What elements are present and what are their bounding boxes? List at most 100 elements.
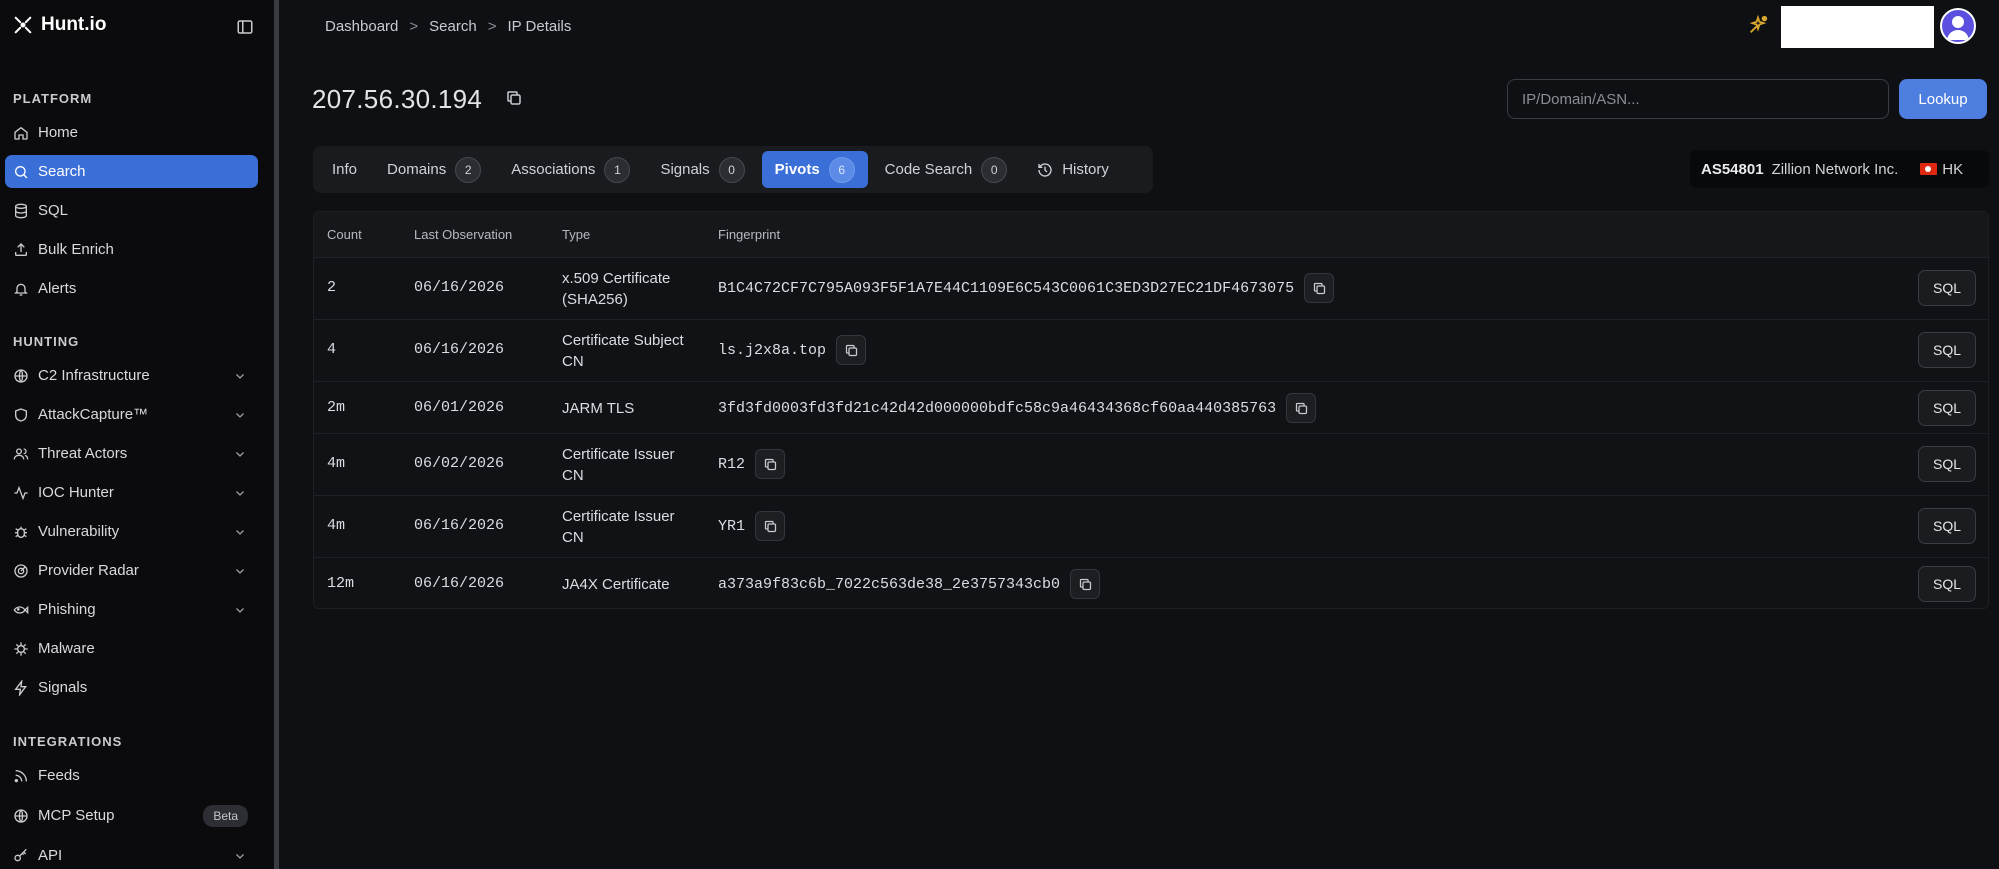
user-name-box[interactable] xyxy=(1781,6,1934,48)
column-header-last-observation: Last Observation xyxy=(414,227,513,242)
cell-last-observation: 06/16/2026 xyxy=(414,279,505,296)
sidebar-item-provider-radar[interactable]: Provider Radar xyxy=(5,554,258,587)
sparkle-icon[interactable] xyxy=(1747,14,1769,36)
search-input[interactable] xyxy=(1507,79,1889,119)
tab-pivots[interactable]: Pivots 6 xyxy=(761,151,868,188)
rss-icon xyxy=(14,769,27,782)
column-header-count: Count xyxy=(327,227,362,242)
home-icon xyxy=(14,126,28,140)
copy-icon[interactable] xyxy=(505,89,523,107)
sql-button[interactable]: SQL xyxy=(1918,270,1976,306)
breadcrumb-search[interactable]: Search xyxy=(429,18,477,35)
sidebar-item-home[interactable]: Home xyxy=(5,116,258,149)
sidebar-item-malware[interactable]: Malware xyxy=(5,632,258,665)
cell-fingerprint: ls.j2x8a.top xyxy=(718,335,867,365)
sidebar-item-vulnerability[interactable]: Vulnerability xyxy=(5,515,258,548)
key-icon xyxy=(14,848,27,861)
asn-name: Zillion Network Inc. xyxy=(1771,160,1899,178)
chevron-down-icon xyxy=(236,452,244,457)
tab-signals[interactable]: Signals 0 xyxy=(647,151,757,188)
sidebar-item-label: Home xyxy=(38,124,79,141)
cell-type: Certificate Issuer CN xyxy=(562,446,675,484)
tab-label: Pivots xyxy=(774,161,820,178)
sql-button[interactable]: SQL xyxy=(1918,446,1976,482)
sidebar-item-sql[interactable]: SQL xyxy=(5,194,258,227)
copy-button[interactable] xyxy=(1286,393,1317,423)
breadcrumb: Dashboard > Search > IP Details xyxy=(325,18,571,35)
tab-count-badge: 2 xyxy=(455,156,482,183)
pivots-table: Count Last Observation Type Fingerprint … xyxy=(313,211,1989,609)
cell-count: 4m xyxy=(327,517,346,534)
sidebar-item-label: Provider Radar xyxy=(38,562,139,579)
sql-button[interactable]: SQL xyxy=(1918,508,1976,544)
cell-fingerprint: R12 xyxy=(718,449,786,479)
lookup-button[interactable]: Lookup xyxy=(1899,79,1987,119)
sql-button[interactable]: SQL xyxy=(1918,566,1976,602)
sidebar-item-c2-infrastructure[interactable]: C2 Infrastructure xyxy=(5,359,258,392)
cell-fingerprint: B1C4C72CF7C795A093F5F1A7E44C1109E6C543C0… xyxy=(718,273,1335,303)
globe-icon xyxy=(14,368,28,383)
sidebar-item-alerts[interactable]: Alerts xyxy=(5,272,258,305)
copy-button[interactable] xyxy=(836,335,867,365)
sidebar-toggle-icon[interactable] xyxy=(236,18,254,36)
tab-label: Code Search xyxy=(884,161,973,178)
sql-button[interactable]: SQL xyxy=(1918,332,1976,368)
copy-icon xyxy=(1313,282,1325,294)
chevron-down-icon xyxy=(236,374,244,379)
copy-button[interactable] xyxy=(755,511,786,541)
sidebar-item-label: Phishing xyxy=(38,601,96,618)
sidebar-item-threat-actors[interactable]: Threat Actors xyxy=(5,437,258,470)
sidebar-item-signals[interactable]: Signals xyxy=(5,671,258,704)
copy-button[interactable] xyxy=(1070,569,1101,599)
upload-icon xyxy=(15,242,27,256)
tab-count-badge: 0 xyxy=(718,156,745,183)
cell-last-observation: 06/01/2026 xyxy=(414,399,505,416)
brand-logo[interactable]: Hunt.io xyxy=(12,14,106,36)
sidebar-item-phishing[interactable]: Phishing xyxy=(5,593,258,626)
copy-button[interactable] xyxy=(755,449,786,479)
chevron-down-icon xyxy=(236,608,244,613)
sidebar-item-label: Feeds xyxy=(38,767,80,784)
sidebar-item-search[interactable]: Search xyxy=(5,155,258,188)
tab-history[interactable]: History xyxy=(1024,151,1122,188)
tab-domains[interactable]: Domains 2 xyxy=(374,151,494,188)
sidebar-item-bulk-enrich[interactable]: Bulk Enrich xyxy=(5,233,258,266)
sidebar-item-label: Vulnerability xyxy=(38,523,120,540)
search-icon xyxy=(15,165,28,178)
copy-button[interactable] xyxy=(1304,273,1335,303)
breadcrumb-dashboard[interactable]: Dashboard xyxy=(325,18,398,35)
sidebar-item-api[interactable]: API xyxy=(5,839,258,869)
tab-count-badge: 0 xyxy=(981,156,1008,183)
tab-info[interactable]: Info xyxy=(319,151,370,188)
sidebar-item-label: Threat Actors xyxy=(38,445,128,462)
sidebar-item-mcp-setup[interactable]: MCP Setup Beta xyxy=(5,799,258,832)
asn-info: AS54801 Zillion Network Inc. HK xyxy=(1690,150,1989,188)
fish-icon xyxy=(13,605,29,614)
asn-number[interactable]: AS54801 xyxy=(1701,161,1764,178)
sidebar-item-label: Alerts xyxy=(38,280,77,297)
sidebar-item-label: Signals xyxy=(38,679,88,696)
sidebar-item-feeds[interactable]: Feeds xyxy=(5,759,258,792)
page-title: 207.56.30.194 xyxy=(312,84,483,114)
cell-fingerprint: YR1 xyxy=(718,511,786,541)
tab-code-search[interactable]: Code Search 0 xyxy=(872,151,1021,188)
sidebar-item-label: Search xyxy=(38,163,86,180)
column-header-fingerprint: Fingerprint xyxy=(718,227,781,242)
sidebar-item-ioc-hunter[interactable]: IOC Hunter xyxy=(5,476,258,509)
sql-button[interactable]: SQL xyxy=(1918,390,1976,426)
table-row: 4m 06/16/2026 Certificate Issuer CN YR1 … xyxy=(314,495,1988,557)
sidebar-item-label: C2 Infrastructure xyxy=(38,367,150,384)
tab-label: Info xyxy=(332,161,358,178)
cell-last-observation: 06/16/2026 xyxy=(414,517,505,534)
fingerprint-value: YR1 xyxy=(718,517,746,535)
sidebar-item-label: Bulk Enrich xyxy=(38,241,114,258)
cell-type: JARM TLS xyxy=(562,400,635,417)
fingerprint-value: 3fd3fd0003fd3fd21c42d42d000000bdfc58c9a4… xyxy=(718,399,1277,417)
country: HK xyxy=(1920,161,1963,178)
tab-associations[interactable]: Associations 1 xyxy=(498,151,643,188)
copy-icon xyxy=(764,458,776,470)
avatar[interactable] xyxy=(1940,8,1976,44)
virus-icon xyxy=(14,641,28,656)
fingerprint-value: R12 xyxy=(718,455,746,473)
sidebar-item-attackcapture[interactable]: AttackCapture™ xyxy=(5,398,258,431)
